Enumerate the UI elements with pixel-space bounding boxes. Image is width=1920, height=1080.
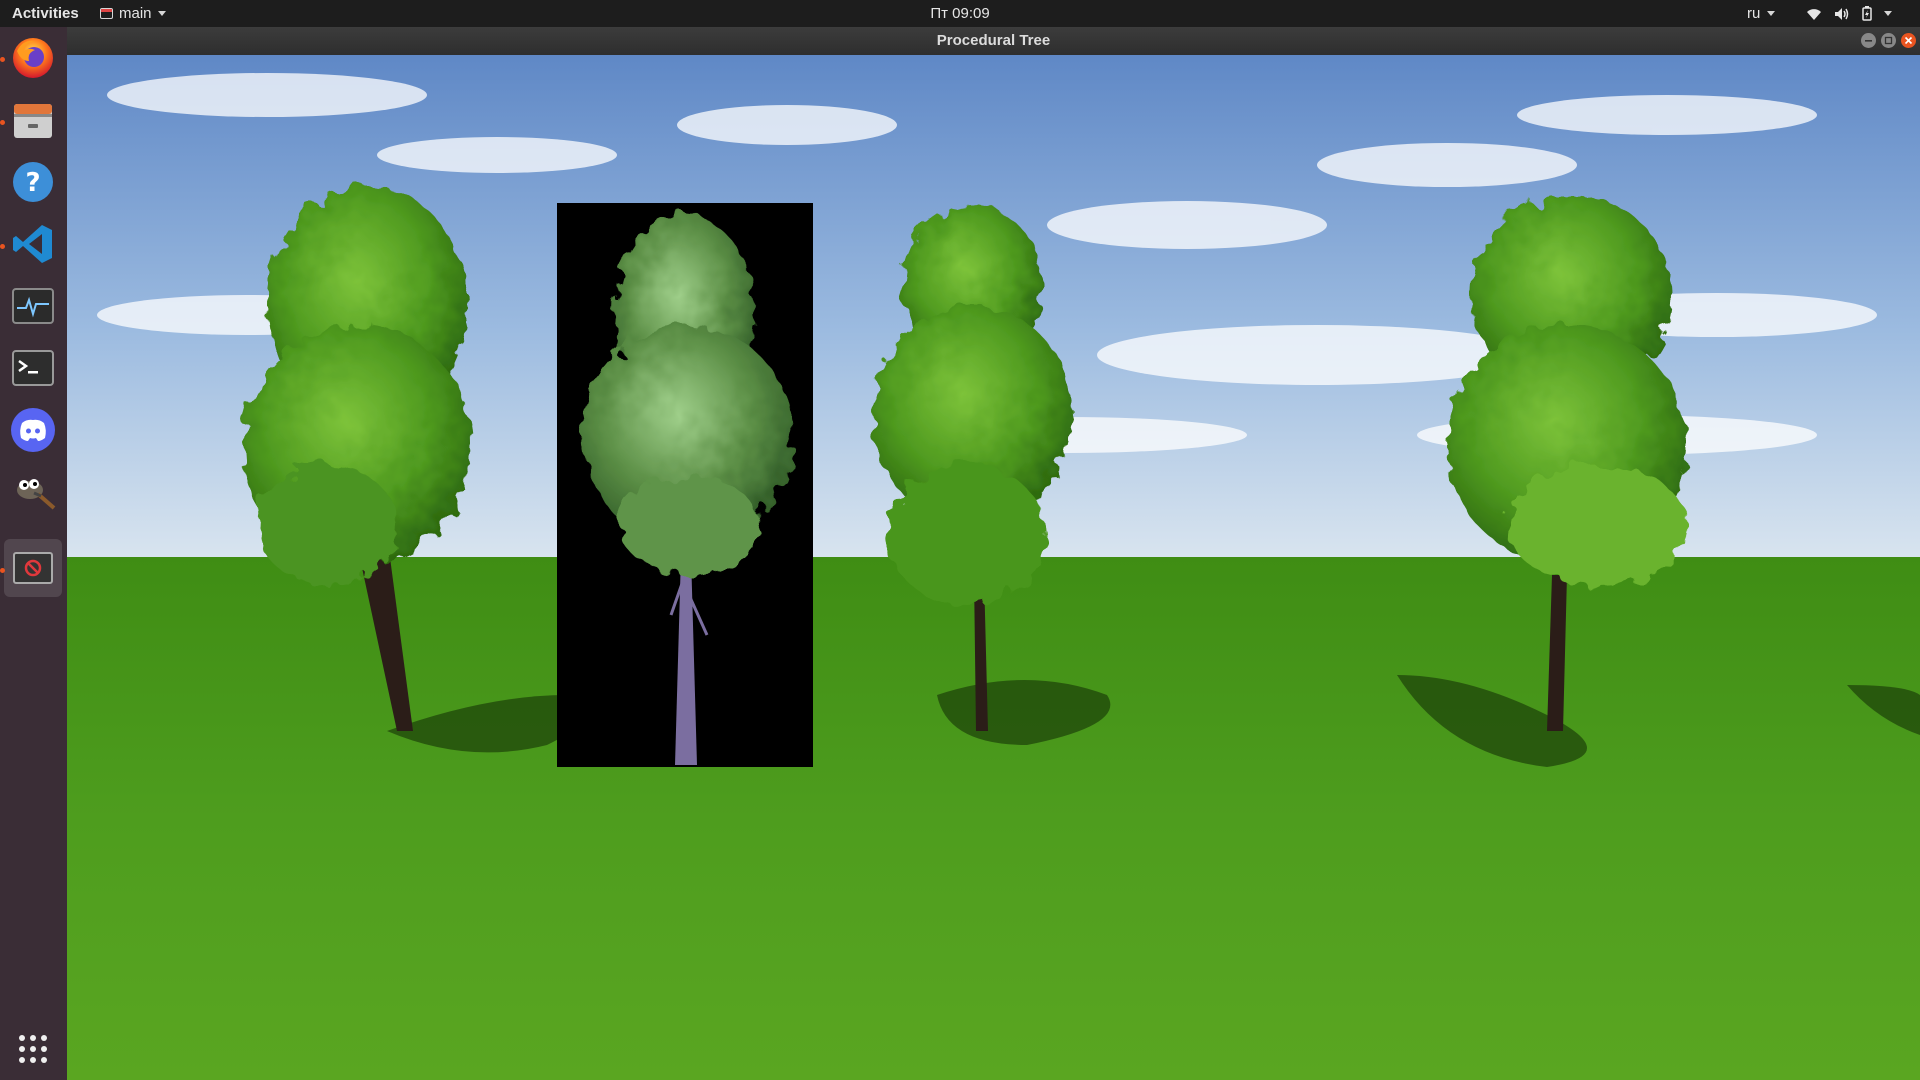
dock-item-terminal[interactable] <box>4 339 62 397</box>
app-window: Procedural Tree <box>67 27 1920 1080</box>
maximize-icon <box>1884 36 1893 45</box>
battery-icon <box>1862 6 1872 21</box>
svg-text:?: ? <box>25 168 40 198</box>
dock-item-discord[interactable] <box>4 401 62 459</box>
language-label: ru <box>1747 5 1761 22</box>
grass <box>67 557 1920 1080</box>
running-indicator <box>0 244 5 249</box>
volume-icon <box>1835 7 1849 20</box>
top-bar: Activities main Пт 09:09 ru <box>0 0 1920 27</box>
app-menu-label: main <box>119 5 152 22</box>
dock-item-procedural-tree[interactable] <box>4 539 62 597</box>
system-tray[interactable] <box>1806 0 1892 27</box>
running-indicator <box>0 568 5 573</box>
help-icon: ? <box>13 162 53 202</box>
dock-item-vscode[interactable] <box>4 215 62 273</box>
language-indicator[interactable]: ru <box>1747 0 1776 27</box>
activities-button[interactable]: Activities <box>12 0 79 27</box>
dock: ? <box>0 27 67 1080</box>
discord-icon <box>11 408 55 452</box>
running-indicator <box>0 120 5 125</box>
3d-viewport[interactable] <box>67 55 1920 1080</box>
tree-billboard[interactable] <box>557 203 813 767</box>
chevron-down-icon <box>157 11 166 16</box>
close-icon <box>1904 36 1913 45</box>
clock-container: Пт 09:09 <box>0 0 1920 27</box>
generic-app-icon <box>13 552 53 584</box>
minimize-icon <box>1865 40 1872 42</box>
dock-item-files[interactable] <box>4 91 62 149</box>
vscode-icon <box>13 225 52 263</box>
dock-item-help[interactable]: ? <box>4 153 62 211</box>
terminal-icon <box>12 350 54 386</box>
files-icon <box>14 104 52 138</box>
show-applications-button[interactable] <box>4 1020 62 1078</box>
running-indicator <box>0 57 5 62</box>
grid-icon <box>19 1035 47 1063</box>
dock-item-firefox[interactable] <box>4 28 62 86</box>
close-button[interactable] <box>1901 33 1916 48</box>
system-monitor-icon <box>12 288 54 324</box>
maximize-button[interactable] <box>1881 33 1896 48</box>
dock-item-gimp[interactable] <box>4 463 62 521</box>
firefox-icon <box>13 38 53 78</box>
chevron-down-icon <box>1767 11 1776 16</box>
clock[interactable]: Пт 09:09 <box>930 5 989 22</box>
gimp-icon <box>17 479 56 510</box>
app-menu[interactable]: main <box>100 0 166 27</box>
dock-item-system-monitor[interactable] <box>4 277 62 335</box>
window-title: Procedural Tree <box>936 32 1051 49</box>
app-window-icon <box>100 8 113 19</box>
wifi-icon <box>1807 8 1821 20</box>
chevron-down-icon <box>1884 11 1892 16</box>
window-controls <box>1861 33 1916 48</box>
minimize-button[interactable] <box>1861 33 1876 48</box>
window-titlebar[interactable]: Procedural Tree <box>67 27 1920 55</box>
scene-render <box>67 55 1920 1080</box>
